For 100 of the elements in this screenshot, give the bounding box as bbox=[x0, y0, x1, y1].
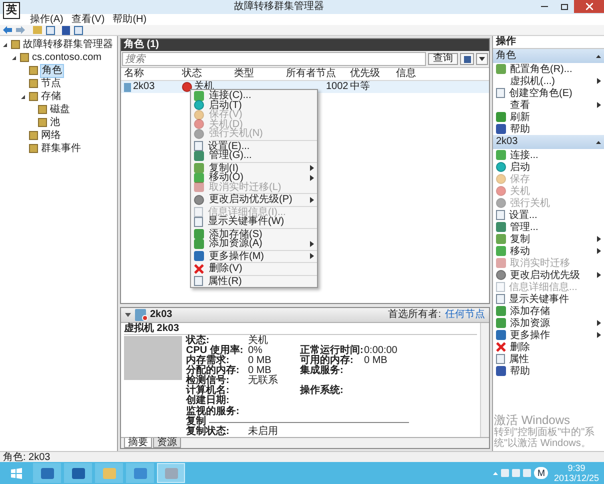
square-icon bbox=[496, 258, 506, 268]
context-menu-item[interactable]: 复制(I) bbox=[191, 164, 317, 173]
context-menu-item[interactable]: 添加存储(S) bbox=[191, 230, 317, 239]
ime-indicator[interactable]: 英 bbox=[3, 2, 20, 19]
ime-mode[interactable]: M bbox=[534, 467, 548, 479]
section-header[interactable]: 角色 bbox=[493, 49, 604, 63]
tree-item[interactable]: 存储 bbox=[40, 90, 62, 102]
action-item[interactable]: 配置角色(R)... bbox=[493, 63, 604, 75]
taskbar-button[interactable] bbox=[33, 463, 61, 483]
tree-item[interactable]: 池 bbox=[49, 116, 61, 128]
expander-icon[interactable] bbox=[2, 42, 9, 48]
app-icon bbox=[72, 468, 84, 478]
document-icon bbox=[496, 354, 505, 364]
column-header[interactable]: 优先级 bbox=[350, 68, 396, 80]
tree-item[interactable]: 节点 bbox=[40, 78, 62, 90]
action-item[interactable]: 删除 bbox=[493, 341, 604, 353]
app-icon bbox=[40, 468, 54, 478]
context-menu-item[interactable]: 启动(T) bbox=[191, 100, 317, 110]
action-item[interactable]: 添加资源 bbox=[493, 317, 604, 329]
document-icon bbox=[496, 88, 505, 98]
query-button[interactable]: 查询 bbox=[428, 53, 458, 65]
context-menu-item[interactable]: 更改启动优先级(P) bbox=[191, 195, 317, 204]
action-item[interactable]: 启动 bbox=[493, 161, 604, 173]
column-header[interactable]: 类型 bbox=[234, 68, 286, 80]
expander-icon[interactable] bbox=[11, 54, 18, 60]
column-header[interactable]: 名称 bbox=[124, 68, 182, 80]
document-icon bbox=[194, 216, 203, 227]
property-value: 0 MB bbox=[248, 356, 272, 366]
action-item[interactable]: 帮助 bbox=[493, 365, 604, 377]
action-item[interactable]: 刷新 bbox=[493, 111, 604, 123]
context-menu-item[interactable]: 连接(C)... bbox=[191, 91, 317, 100]
action-item[interactable]: 帮助 bbox=[493, 123, 604, 135]
context-menu-item[interactable]: 添加资源(A) bbox=[191, 239, 317, 248]
action-item[interactable]: 更多操作 bbox=[493, 329, 604, 341]
preferred-owner-link[interactable]: 任何节点 bbox=[445, 309, 485, 321]
tree-item[interactable]: cs.contoso.com bbox=[31, 52, 102, 64]
action-item[interactable]: 添加存储 bbox=[493, 305, 604, 317]
column-header[interactable]: 信息 bbox=[396, 68, 486, 80]
app-icon bbox=[134, 468, 146, 478]
action-item[interactable]: 虚拟机(...) bbox=[493, 75, 604, 87]
taskbar-button[interactable] bbox=[64, 463, 92, 483]
menu-item[interactable]: 查看(V) bbox=[71, 14, 105, 25]
dropdown-button[interactable] bbox=[476, 53, 488, 65]
action-item[interactable]: 显示关键事件 bbox=[493, 293, 604, 305]
context-menu-item[interactable]: 移动(O) bbox=[191, 173, 317, 182]
action-item[interactable]: 连接... bbox=[493, 149, 604, 161]
action-item[interactable]: 复制 bbox=[493, 233, 604, 245]
property-value: 0 MB bbox=[364, 356, 388, 366]
context-menu-item[interactable]: 更多操作(M) bbox=[191, 252, 317, 261]
tab[interactable]: 资源 bbox=[153, 438, 181, 448]
context-menu-item[interactable]: 属性(R) bbox=[191, 276, 317, 286]
context-menu-item[interactable]: 显示关键事件(W) bbox=[191, 217, 317, 226]
tree-item[interactable]: 群集事件 bbox=[40, 142, 82, 154]
section-header[interactable]: 2k03 bbox=[493, 135, 604, 149]
square-icon bbox=[496, 306, 506, 316]
property-label: CPU 使用率: bbox=[186, 346, 244, 356]
pane-icon[interactable] bbox=[46, 26, 55, 34]
property-label: 复制状态: bbox=[186, 427, 230, 437]
close-button[interactable] bbox=[574, 0, 604, 13]
property-label: 操作系统: bbox=[300, 386, 344, 396]
action-item[interactable]: 管理... bbox=[493, 221, 604, 233]
square-icon bbox=[194, 229, 204, 240]
action-item[interactable]: 更改启动优先级 bbox=[493, 269, 604, 281]
activation-text: 转到"控制面板"中的"系统"以激活 Windows。 bbox=[494, 427, 596, 449]
tray-expand-icon[interactable] bbox=[493, 472, 498, 474]
property-label: 可用的内存: bbox=[300, 356, 354, 366]
action-item[interactable]: 设置... bbox=[493, 209, 604, 221]
search-field[interactable]: 搜索 bbox=[122, 52, 426, 66]
window-title: 故障转移群集管理器 bbox=[234, 1, 324, 13]
forward-icon[interactable] bbox=[16, 26, 25, 34]
property-label: 分配的内存: bbox=[186, 366, 240, 376]
collapse-icon[interactable] bbox=[125, 313, 131, 317]
menu-item[interactable]: 帮助(H) bbox=[112, 14, 147, 25]
property-label: 状态: bbox=[186, 336, 210, 346]
square-icon bbox=[496, 222, 506, 232]
expander-icon[interactable] bbox=[20, 94, 27, 100]
context-menu-item[interactable]: 设置(E)... bbox=[191, 142, 317, 151]
tree-item[interactable]: 磁盘 bbox=[49, 104, 71, 116]
column-header[interactable]: 状态 bbox=[182, 68, 234, 80]
context-menu-item[interactable]: 管理(G)... bbox=[191, 151, 317, 160]
action-item[interactable]: 创建空角色(E) bbox=[493, 87, 604, 99]
tree-item[interactable]: 角色 bbox=[40, 64, 64, 78]
menu-item[interactable]: 操作(A) bbox=[30, 14, 64, 25]
vm-icon bbox=[124, 82, 131, 92]
square-icon bbox=[496, 124, 506, 134]
close-icon bbox=[586, 3, 592, 10]
document-icon bbox=[194, 207, 203, 218]
tree-item[interactable]: 网络 bbox=[40, 130, 62, 142]
action-item[interactable]: 属性 bbox=[493, 353, 604, 365]
square-icon bbox=[194, 150, 204, 161]
back-icon[interactable] bbox=[3, 26, 12, 34]
column-header[interactable]: 所有者节点 bbox=[286, 68, 350, 80]
pane-icon[interactable] bbox=[74, 26, 83, 34]
tab[interactable]: 摘要 bbox=[124, 438, 152, 448]
save-query-button[interactable] bbox=[460, 53, 474, 65]
action-item[interactable]: 查看 bbox=[493, 99, 604, 111]
square-icon bbox=[496, 366, 506, 376]
context-menu-item[interactable]: 删除(V) bbox=[191, 264, 317, 274]
tree-item[interactable]: 故障转移群集管理器 bbox=[22, 38, 114, 50]
action-item[interactable]: 移动 bbox=[493, 245, 604, 257]
